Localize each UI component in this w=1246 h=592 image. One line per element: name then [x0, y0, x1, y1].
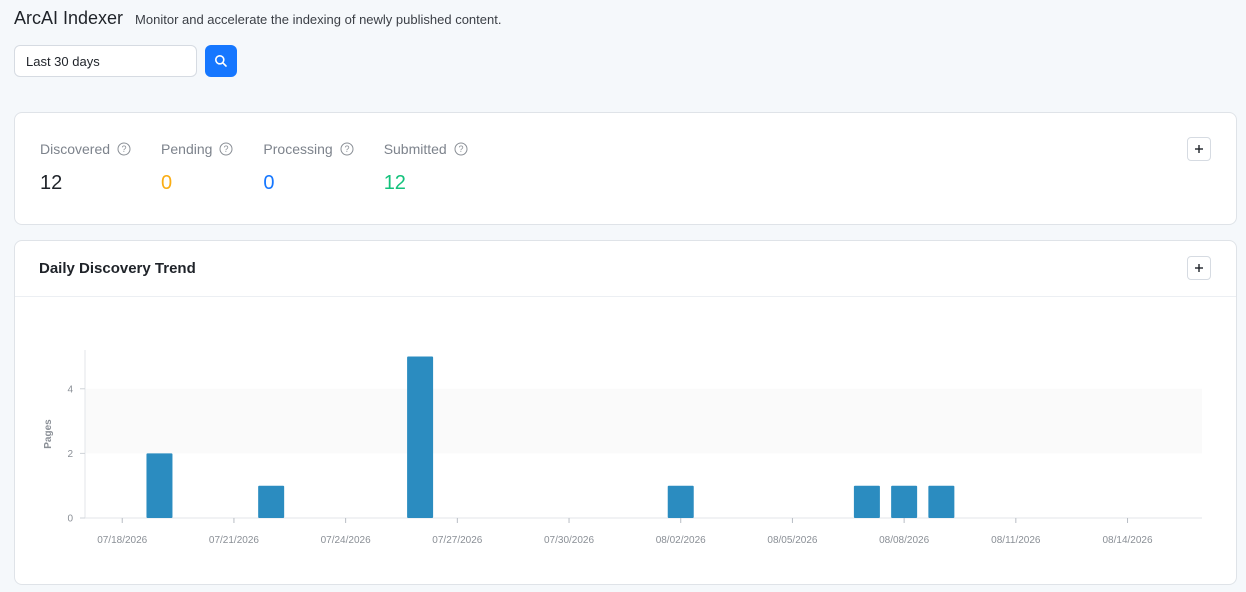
x-tick-label: 07/27/2026	[432, 535, 482, 546]
help-icon[interactable]: ?	[454, 142, 468, 156]
stat-submitted: Submitted ? 12	[384, 140, 468, 194]
x-tick-label: 08/05/2026	[767, 535, 817, 546]
svg-text:?: ?	[122, 144, 127, 154]
y-tick-label: 4	[67, 384, 73, 395]
grid-band	[85, 388, 1202, 454]
app-subtitle: Monitor and accelerate the indexing of n…	[135, 12, 502, 27]
stat-value: 0	[263, 172, 275, 194]
stat-value: 12	[40, 172, 63, 194]
help-icon[interactable]: ?	[117, 142, 131, 156]
filter-bar: Last 30 days	[14, 45, 237, 77]
y-tick-label: 0	[67, 514, 73, 525]
stat-value: 12	[383, 172, 406, 194]
y-axis-title: Pages	[43, 419, 54, 449]
stat-processing: Processing ? 0	[263, 140, 354, 194]
x-tick-label: 08/02/2026	[656, 535, 706, 546]
help-icon[interactable]: ?	[219, 142, 233, 156]
stat-label: Discovered	[40, 141, 111, 157]
svg-text:?: ?	[458, 144, 463, 154]
bar	[667, 485, 694, 518]
stats-card: Discovered ? 12 Pending ? 0 Processing ?…	[14, 112, 1237, 225]
bar	[407, 356, 434, 518]
bar	[853, 485, 880, 518]
stat-value: 0	[161, 172, 173, 194]
expand-stats-button[interactable]	[1187, 137, 1211, 161]
app-title: ArcAI Indexer	[14, 8, 124, 28]
x-tick-label: 07/30/2026	[544, 535, 594, 546]
bar	[891, 485, 918, 518]
y-tick-label: 2	[67, 449, 73, 460]
trend-card: Daily Discovery Trend 0 2 4 Pages 07/18/2026…	[14, 240, 1237, 585]
svg-text:?: ?	[344, 144, 349, 154]
bar	[146, 453, 173, 518]
x-tick-label: 08/11/2026	[991, 535, 1041, 546]
stat-discovered: Discovered ? 12	[40, 140, 131, 194]
stat-label: Pending	[161, 141, 213, 157]
bar	[258, 485, 285, 518]
stat-label: Submitted	[383, 141, 447, 157]
x-tick-label: 08/08/2026	[879, 535, 929, 546]
stat-label: Processing	[263, 141, 333, 157]
app-header: ArcAI Indexer Monitor and accelerate the…	[14, 8, 501, 29]
stats-row: Discovered ? 12 Pending ? 0 Processing ?…	[40, 140, 498, 194]
search-icon	[215, 55, 227, 67]
x-tick-label: 07/18/2026	[97, 535, 147, 546]
stat-pending: Pending ? 0	[161, 140, 233, 194]
bar	[928, 485, 955, 518]
x-tick-label: 08/14/2026	[1103, 535, 1153, 546]
x-tick-label: 07/24/2026	[321, 535, 371, 546]
trend-chart: 0 2 4 Pages 07/18/2026 07/21/2026 07/24/2026 07…	[43, 350, 1202, 546]
search-button[interactable]	[205, 45, 237, 77]
x-tick-label: 07/21/2026	[209, 535, 259, 546]
date-range-select[interactable]: Last 30 days	[14, 45, 197, 77]
plus-icon	[1195, 145, 1203, 153]
svg-text:?: ?	[224, 144, 229, 154]
help-icon[interactable]: ?	[340, 142, 354, 156]
